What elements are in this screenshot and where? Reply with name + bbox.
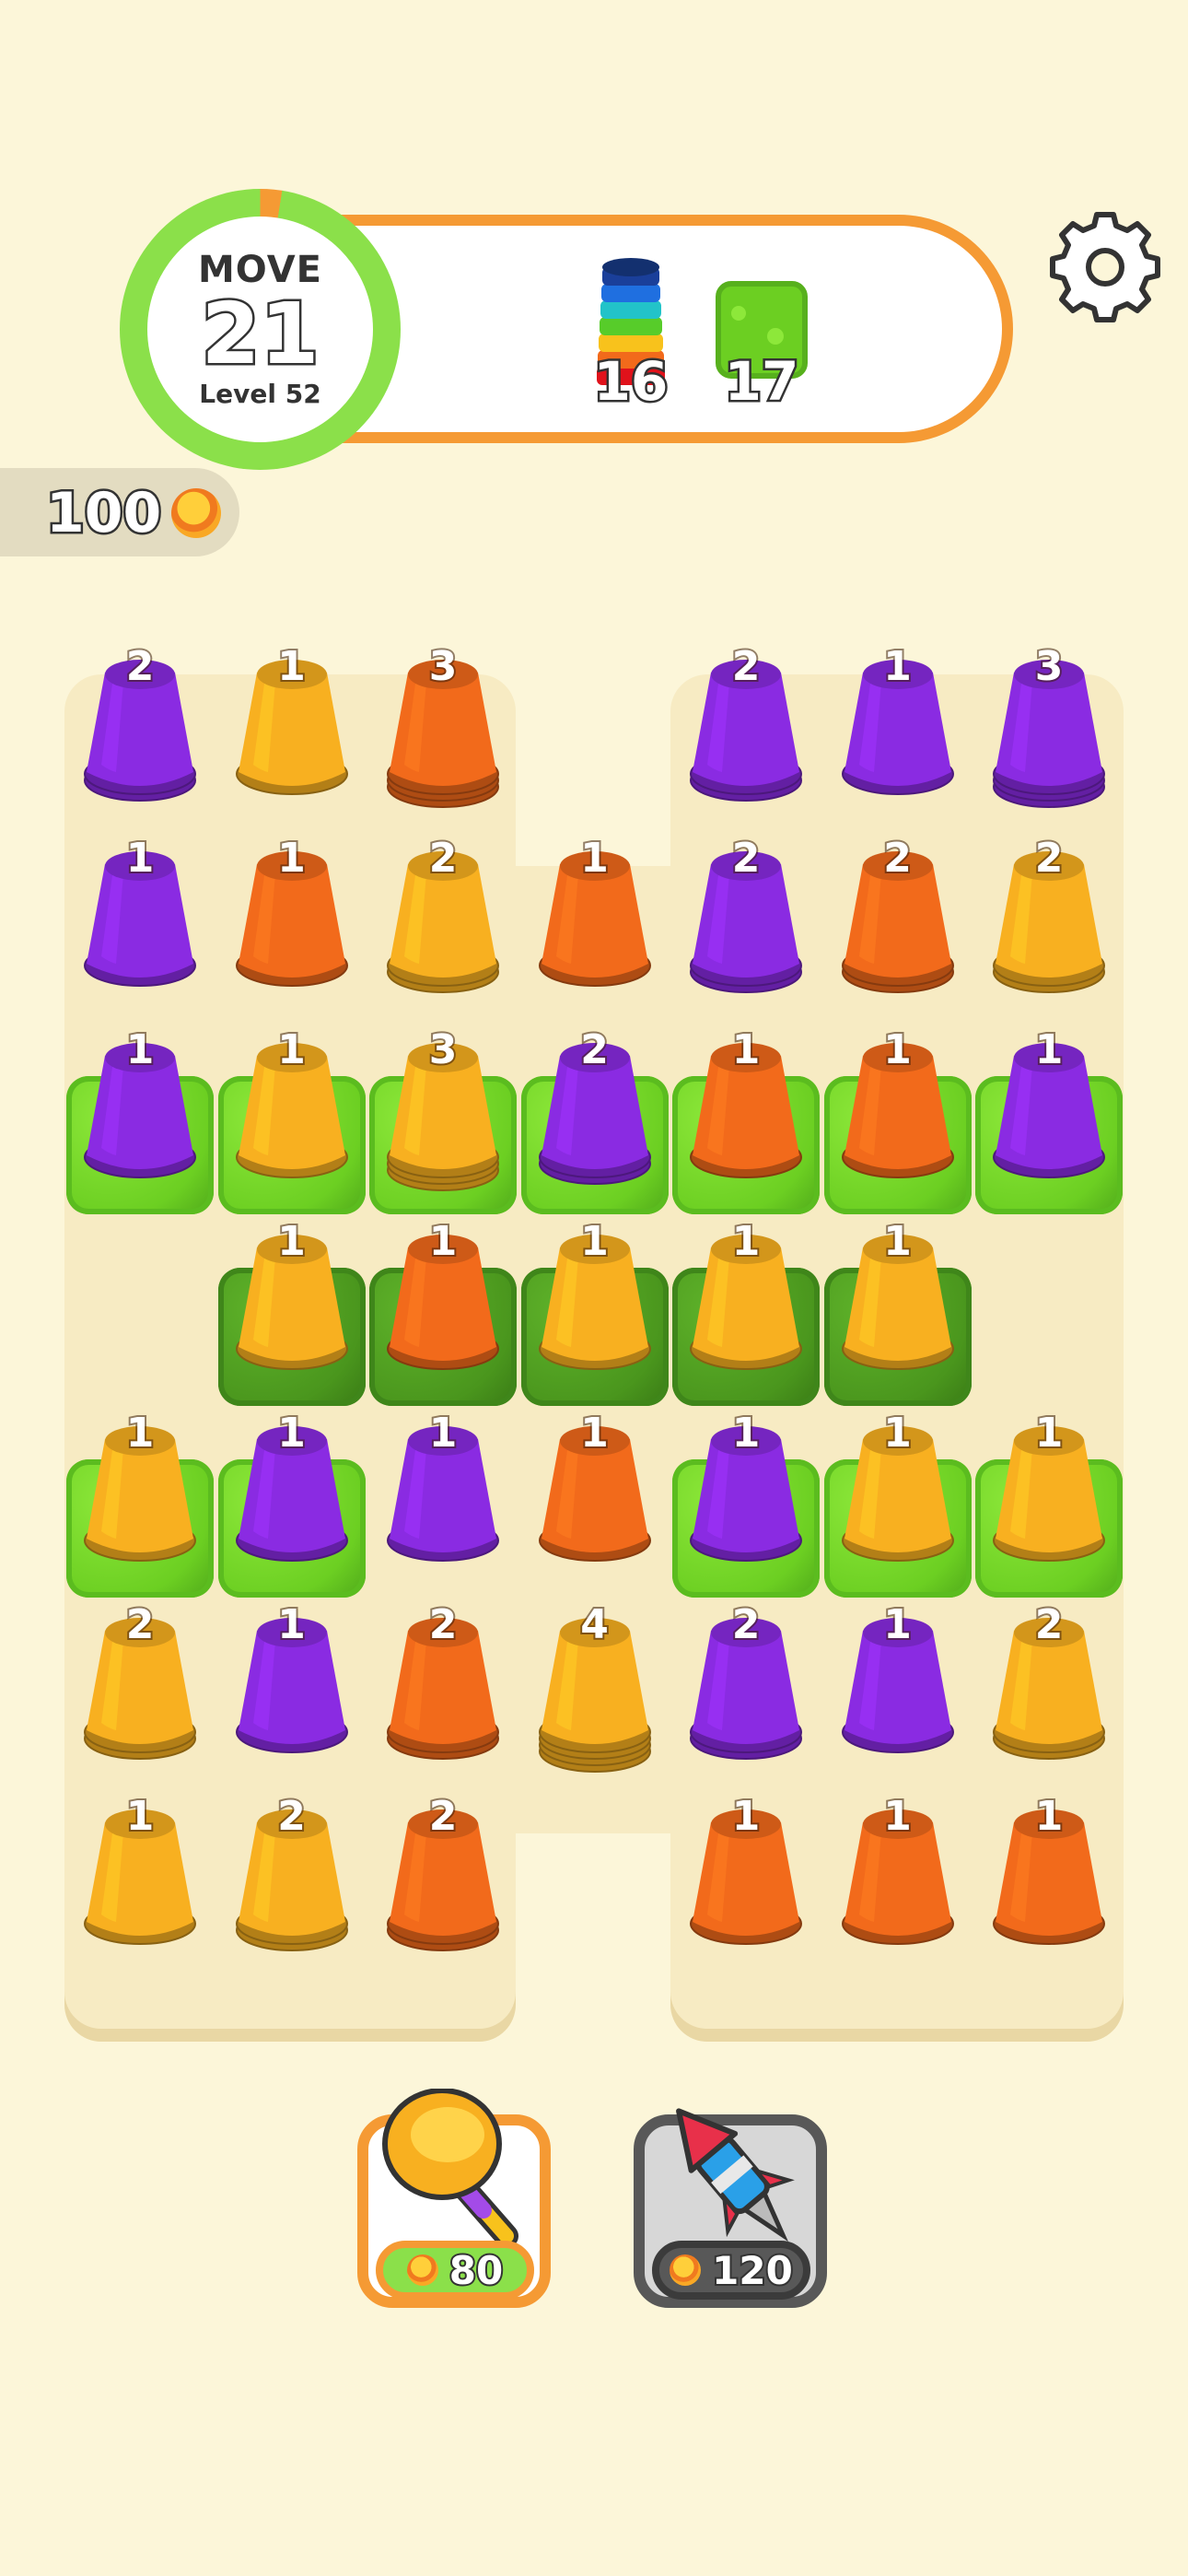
cup-stack[interactable]: 1 — [216, 827, 367, 1019]
cup-count: 1 — [881, 1408, 914, 1458]
cup-count: 3 — [1033, 641, 1066, 692]
cup-stack[interactable]: 1 — [822, 636, 973, 827]
cup-count: 1 — [730, 1791, 763, 1842]
cup-stack[interactable]: 2 — [64, 636, 215, 827]
cup-stack[interactable]: 1 — [519, 1211, 670, 1406]
cup-stack[interactable]: 1 — [822, 1211, 973, 1406]
cup-count: 1 — [881, 1025, 914, 1075]
cup-count: 2 — [427, 1599, 460, 1650]
cup-count: 2 — [124, 1599, 157, 1650]
cup-count: 1 — [1033, 1408, 1066, 1458]
cup-count: 2 — [578, 1025, 611, 1075]
cup-count: 1 — [275, 1408, 308, 1458]
cup-stack[interactable]: 1 — [367, 1211, 518, 1406]
game-board: 2 1 3 2 1 3 1 1 2 1 2 2 2 1 1 3 2 1 1 1 1 1 1 1 1 1 1 1 1 1 1 1 2 1 2 4 2 1 2 1… — [0, 0, 1188, 2576]
cup-count: 1 — [881, 1599, 914, 1650]
cup-stack[interactable]: 2 — [216, 1786, 367, 1977]
cup-count: 1 — [578, 1216, 611, 1267]
cup-stack[interactable]: 1 — [822, 1019, 973, 1214]
cup-stack[interactable]: 2 — [670, 827, 821, 1019]
cup-count: 3 — [427, 641, 460, 692]
hammer-price: 80 — [376, 2241, 534, 2300]
cup-count: 1 — [275, 1216, 308, 1267]
cup-count: 1 — [124, 1408, 157, 1458]
rocket-price: 120 — [652, 2241, 810, 2300]
cup-stack[interactable]: 2 — [367, 1594, 518, 1786]
cup-stack[interactable]: 2 — [519, 1019, 670, 1214]
cup-stack[interactable]: 3 — [973, 636, 1124, 827]
coin-icon — [406, 2254, 438, 2286]
cup-stack[interactable]: 1 — [216, 636, 367, 827]
cup-count: 2 — [427, 1791, 460, 1842]
cup-count: 1 — [275, 1025, 308, 1075]
cup-count: 1 — [730, 1025, 763, 1075]
cup-count: 2 — [730, 641, 763, 692]
cup-stack[interactable]: 2 — [973, 1594, 1124, 1786]
cup-count: 2 — [427, 833, 460, 884]
cup-count: 1 — [275, 641, 308, 692]
cup-stack[interactable]: 1 — [64, 1402, 215, 1598]
cup-stack[interactable]: 1 — [64, 1019, 215, 1214]
cup-count: 1 — [427, 1216, 460, 1267]
cup-stack[interactable]: 1 — [822, 1402, 973, 1598]
cup-stack[interactable]: 1 — [64, 1786, 215, 1977]
cup-count: 2 — [730, 1599, 763, 1650]
cup-stack[interactable]: 1 — [519, 827, 670, 1019]
cup-count: 1 — [578, 833, 611, 884]
cup-count: 2 — [1033, 1599, 1066, 1650]
rocket-price-value: 120 — [710, 2246, 795, 2295]
cup-count: 1 — [427, 1408, 460, 1458]
cup-count: 1 — [275, 833, 308, 884]
hammer-price-value: 80 — [448, 2246, 505, 2295]
cup-stack[interactable]: 1 — [367, 1402, 518, 1594]
cup-stack[interactable]: 2 — [670, 1594, 821, 1786]
cup-stack[interactable]: 3 — [367, 636, 518, 827]
cup-stack[interactable]: 3 — [367, 1019, 518, 1214]
cup-stack[interactable]: 4 — [519, 1594, 670, 1786]
cup-count: 1 — [124, 833, 157, 884]
cup-count: 1 — [730, 1408, 763, 1458]
cup-count: 2 — [881, 833, 914, 884]
cup-count: 1 — [881, 1216, 914, 1267]
cup-stack[interactable]: 1 — [822, 1786, 973, 1977]
cup-count: 1 — [124, 1025, 157, 1075]
cup-stack[interactable]: 1 — [822, 1594, 973, 1786]
cup-count: 2 — [730, 833, 763, 884]
cup-count: 1 — [1033, 1791, 1066, 1842]
cup-count: 3 — [427, 1025, 460, 1075]
cup-count: 1 — [730, 1216, 763, 1267]
cup-stack[interactable]: 2 — [367, 827, 518, 1019]
cup-stack[interactable]: 1 — [973, 1019, 1124, 1214]
cup-count: 1 — [881, 641, 914, 692]
cup-stack[interactable]: 2 — [822, 827, 973, 1019]
cup-count: 2 — [1033, 833, 1066, 884]
cup-stack[interactable]: 2 — [973, 827, 1124, 1019]
cup-stack[interactable]: 1 — [216, 1594, 367, 1786]
rocket-icon — [676, 2108, 795, 2242]
cup-count: 2 — [275, 1791, 308, 1842]
cup-count: 1 — [124, 1791, 157, 1842]
cup-stack[interactable]: 1 — [670, 1211, 821, 1406]
cup-stack[interactable]: 2 — [367, 1786, 518, 1977]
cup-stack[interactable]: 1 — [670, 1402, 821, 1598]
cup-stack[interactable]: 1 — [973, 1786, 1124, 1977]
cup-count: 2 — [124, 641, 157, 692]
cup-count: 1 — [578, 1408, 611, 1458]
cup-stack[interactable]: 2 — [64, 1594, 215, 1786]
cup-count: 1 — [881, 1791, 914, 1842]
cup-count: 1 — [275, 1599, 308, 1650]
cup-count: 4 — [578, 1599, 611, 1650]
cup-stack[interactable]: 1 — [216, 1211, 367, 1406]
cup-stack[interactable]: 1 — [519, 1402, 670, 1594]
hammer-icon — [382, 2089, 518, 2248]
cup-count: 1 — [1033, 1025, 1066, 1075]
cup-stack[interactable]: 1 — [670, 1786, 821, 1977]
cup-stack[interactable]: 1 — [216, 1019, 367, 1214]
cup-stack[interactable]: 1 — [973, 1402, 1124, 1598]
cup-stack[interactable]: 2 — [670, 636, 821, 827]
coin-icon — [670, 2254, 702, 2286]
cup-stack[interactable]: 1 — [216, 1402, 367, 1598]
cup-stack[interactable]: 1 — [64, 827, 215, 1019]
cup-stack[interactable]: 1 — [670, 1019, 821, 1214]
